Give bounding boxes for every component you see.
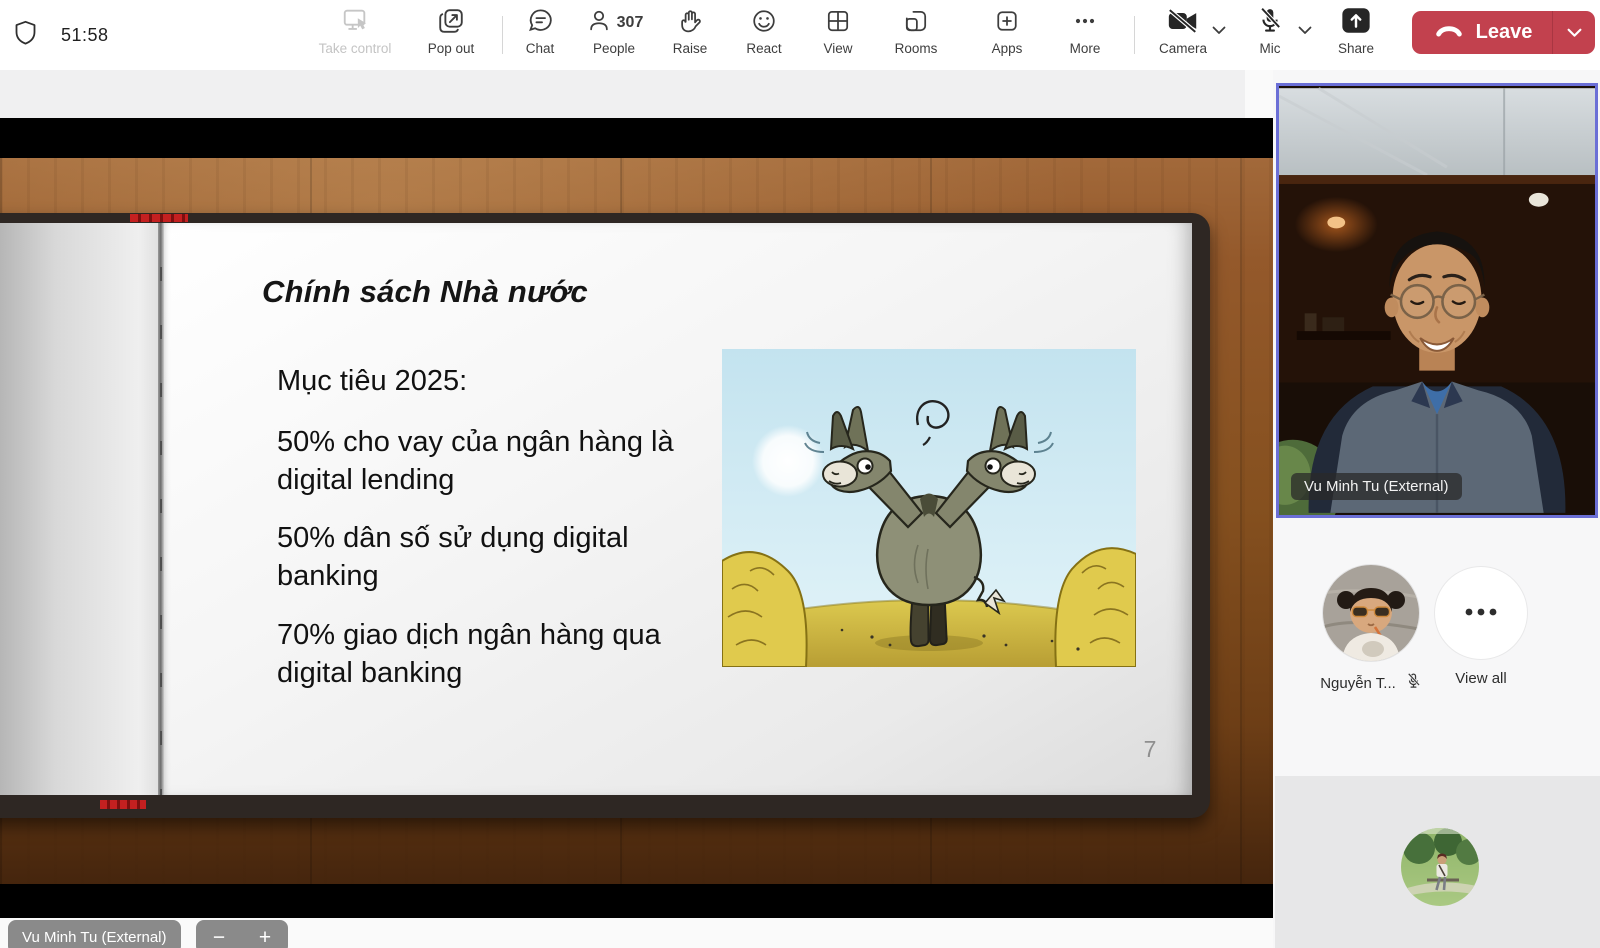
apps-icon	[993, 7, 1021, 40]
camera-off-icon	[1166, 7, 1200, 40]
slide-bullet: 50% cho vay của ngân hàng là digital len…	[277, 423, 707, 499]
chat-icon	[526, 6, 555, 40]
view-all-label: View all	[1455, 670, 1506, 687]
take-control-icon	[340, 7, 370, 40]
people-icon	[585, 7, 613, 40]
teams-meeting-window: 51:58 Take control Pop out Chat	[0, 0, 1600, 948]
leave-button[interactable]: Leave	[1412, 11, 1595, 54]
share-icon	[1340, 6, 1372, 40]
view-all-dots-icon	[1464, 604, 1498, 622]
raise-hand-icon	[676, 7, 704, 40]
zoom-in-button[interactable]: +	[250, 927, 280, 948]
share-button[interactable]: Share	[1308, 8, 1404, 56]
slide-intro: Mục tiêu 2025:	[277, 365, 467, 398]
shared-window-chrome	[0, 70, 1245, 118]
shared-screen-stage[interactable]: Chính sách Nhà nước Mục tiêu 2025: 50% c…	[0, 70, 1273, 948]
pop-out-button[interactable]: Pop out	[403, 8, 499, 56]
rooms-icon	[902, 7, 930, 40]
speaker-video-tile[interactable]: Vu Minh Tu (External)	[1276, 83, 1598, 518]
slide-bullet: 50% dân số sử dụng digital banking	[277, 519, 697, 595]
leave-label: Leave	[1476, 21, 1533, 44]
slide-bullet: 70% giao dịch ngân hàng qua digital bank…	[277, 616, 717, 692]
book-bookmark-top	[130, 214, 188, 222]
meeting-timer: 51:58	[61, 25, 109, 46]
meeting-toolbar: 51:58 Take control Pop out Chat	[0, 0, 1600, 70]
participant-mic-off-icon	[1405, 672, 1422, 695]
more-button[interactable]: More	[1037, 8, 1133, 56]
leave-options-chevron[interactable]	[1553, 28, 1595, 38]
meeting-sidebar: Vu Minh Tu (External)	[1273, 70, 1600, 948]
zoom-out-button[interactable]: −	[204, 927, 234, 948]
participant-name: Nguyễn T...	[1320, 675, 1396, 692]
letterbox-bottom	[0, 884, 1273, 918]
slide-title: Chính sách Nhà nước	[262, 274, 588, 310]
participant-avatar[interactable]	[1401, 828, 1479, 906]
pop-out-icon	[436, 6, 466, 41]
participant-card[interactable]: Nguyễn T...	[1306, 565, 1436, 695]
view-grid-icon	[824, 7, 852, 40]
people-count-badge: 307	[617, 14, 644, 32]
zoom-controls: − +	[196, 920, 288, 948]
take-control-button: Take control	[307, 8, 403, 56]
participant-avatar[interactable]	[1323, 565, 1419, 661]
book-bookmark-bottom	[100, 800, 146, 809]
speaker-video-frame	[1279, 86, 1595, 515]
mic-off-icon	[1256, 6, 1284, 40]
slide-page-number: 7	[1130, 736, 1170, 763]
presenter-name-label: Vu Minh Tu (External)	[8, 920, 181, 948]
rooms-button[interactable]: Rooms	[868, 8, 964, 56]
view-all-button[interactable]: View all	[1433, 567, 1529, 687]
more-dots-icon	[1071, 7, 1099, 40]
donkey-cartoon-image	[722, 349, 1136, 667]
react-smiley-icon	[750, 7, 778, 40]
book-left-page	[0, 223, 158, 795]
shield-icon	[12, 19, 39, 51]
letterbox-top	[0, 118, 1273, 158]
sidebar-bottom-panel	[1275, 776, 1600, 948]
speaker-name-label: Vu Minh Tu (External)	[1291, 473, 1462, 500]
hang-up-icon	[1432, 21, 1466, 44]
